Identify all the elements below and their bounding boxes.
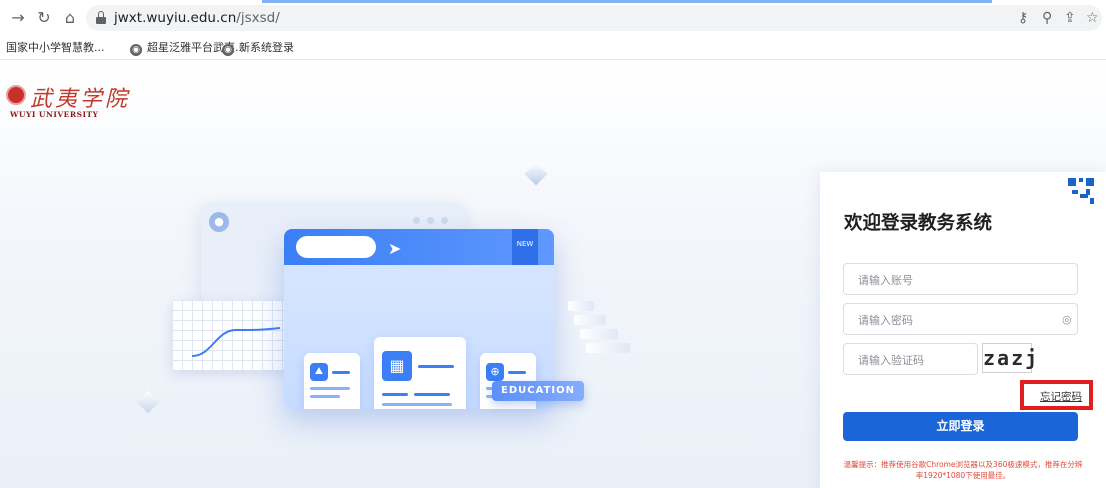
- window-dot: [441, 217, 448, 224]
- home-icon[interactable]: ⌂: [60, 8, 80, 28]
- share-icon[interactable]: ⇪: [1064, 9, 1076, 27]
- window-dot: [427, 217, 434, 224]
- star-icon[interactable]: ☆: [1086, 9, 1099, 27]
- window-pill: [296, 236, 376, 258]
- browser-toolbar: → ↻ ⌂ jwxt.wuyiu.edu.cn/jsxsd/ ⚷ ⚲ ⇪ ☆: [0, 0, 1106, 36]
- stair-step: [574, 315, 606, 325]
- logo-chinese-name: 武夷学院: [30, 87, 131, 112]
- window-dot: [413, 217, 420, 224]
- stair-step: [568, 301, 594, 311]
- education-badge: EDUCATION: [492, 381, 584, 401]
- seal-icon: [6, 85, 26, 105]
- lock-icon[interactable]: [96, 11, 106, 25]
- stair-step: [586, 343, 630, 353]
- account-placeholder: 请输入账号: [858, 274, 913, 287]
- bookmarks-bar: 国家中小学智慧教... ◉ 超星泛雅平台武夷... ◉ 新系统登录: [0, 36, 1106, 60]
- chart-curve-icon: [191, 327, 281, 357]
- back-arrow-icon[interactable]: →: [8, 8, 28, 28]
- bookmark-item[interactable]: ◉ 新系统登录: [222, 40, 294, 56]
- apps-card: ▦: [374, 337, 466, 409]
- zoom-icon[interactable]: ⚲: [1042, 9, 1052, 27]
- account-input[interactable]: 请输入账号: [843, 263, 1078, 295]
- image-card: ⛰: [304, 353, 360, 409]
- key-icon[interactable]: ⚷: [1018, 9, 1028, 27]
- globe-icon: ⊕: [486, 363, 504, 381]
- decorative-stairs: [568, 297, 638, 367]
- image-icon: ⛰: [310, 363, 328, 381]
- card-line: [414, 393, 450, 396]
- card-line: [382, 393, 408, 396]
- globe-icon: ◉: [130, 44, 142, 56]
- apps-grid-icon: ▦: [382, 351, 412, 381]
- tab-accent-line: [262, 0, 992, 3]
- cursor-arrow-icon: ➤: [388, 239, 402, 258]
- card-line: [310, 395, 340, 398]
- stair-step: [580, 329, 618, 339]
- eye-icon[interactable]: ◎: [1062, 313, 1072, 326]
- forgot-password-link[interactable]: 忘记密码: [1040, 389, 1082, 404]
- user-avatar-icon: ●: [209, 212, 229, 232]
- reload-icon[interactable]: ↻: [34, 8, 54, 28]
- bookmark-item[interactable]: 国家中小学智慧教...: [6, 40, 105, 56]
- window-title-bar: ➤ NEW: [284, 229, 554, 265]
- password-placeholder: 请输入密码: [858, 314, 913, 327]
- new-tag: NEW: [512, 229, 538, 265]
- line-chart-panel: [172, 300, 290, 370]
- login-title: 欢迎登录教务系统: [844, 213, 993, 234]
- card-line: [508, 371, 526, 374]
- login-button[interactable]: 立即登录: [843, 412, 1078, 441]
- logo-english-name: WUYI UNIVERSITY: [10, 110, 99, 119]
- address-bar[interactable]: jwxt.wuyiu.edu.cn/jsxsd/ ⚷ ⚲ ⇪ ☆: [86, 5, 1102, 31]
- url-text[interactable]: jwxt.wuyiu.edu.cn/jsxsd/: [114, 10, 280, 26]
- university-logo[interactable]: 武夷学院 WUYI UNIVERSITY: [6, 81, 146, 121]
- card-line: [382, 403, 452, 406]
- card-line: [418, 365, 454, 368]
- captcha-placeholder: 请输入验证码: [858, 354, 924, 367]
- card-line: [332, 371, 350, 374]
- password-input[interactable]: 请输入密码 ◎: [843, 303, 1078, 335]
- globe-icon: ◉: [222, 44, 234, 56]
- qr-code-login-icon[interactable]: [1068, 178, 1094, 204]
- card-line: [310, 387, 350, 390]
- browser-tip-text: 温馨提示：推荐使用谷歌Chrome浏览器以及360极速模式，推荐在分辨率1920…: [843, 460, 1083, 480]
- captcha-input[interactable]: 请输入验证码: [843, 343, 978, 375]
- captcha-image[interactable]: zazj: [982, 343, 1037, 373]
